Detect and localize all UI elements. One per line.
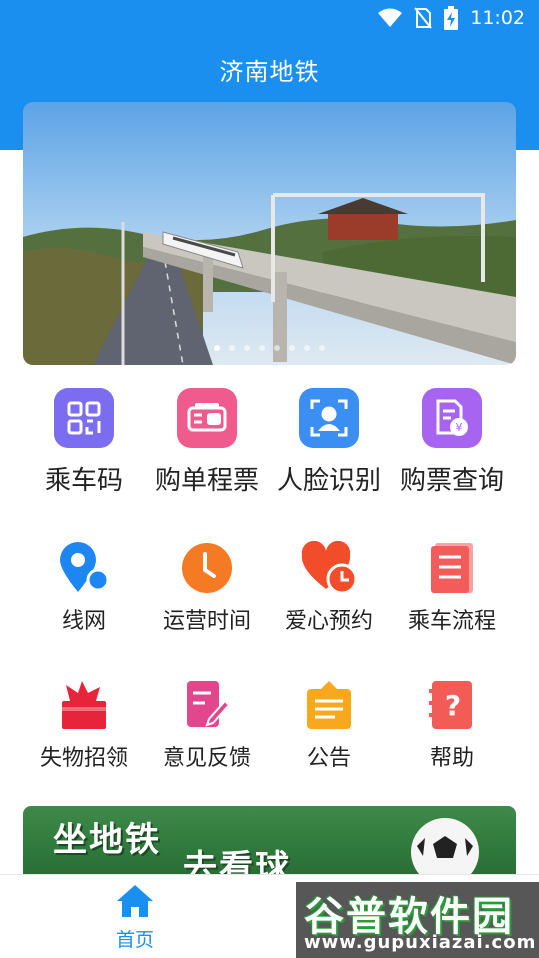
svg-text:?: ? <box>445 689 461 722</box>
service-label: 帮助 <box>429 746 474 771</box>
wifi-icon <box>378 8 403 27</box>
carousel-dot[interactable] <box>319 345 325 351</box>
service-operating-hours[interactable]: 运营时间 <box>140 539 274 635</box>
carousel-dot[interactable] <box>229 345 235 351</box>
ticket-query-icon: ¥ <box>422 388 482 448</box>
no-sim-icon <box>414 7 433 29</box>
feature-single-ticket[interactable]: 购单程票 <box>140 388 274 497</box>
carousel-dot[interactable] <box>274 345 280 351</box>
promo-banner[interactable]: 坐地铁 去看球 <box>23 806 516 874</box>
page-title: 济南地铁 <box>219 58 320 86</box>
promo-title: 坐地铁 <box>53 820 161 860</box>
carousel-dot[interactable] <box>304 345 310 351</box>
tab-home[interactable]: 首页 <box>100 883 170 952</box>
service-ride-process[interactable]: 乘车流程 <box>385 539 519 635</box>
document-icon <box>423 539 481 597</box>
feature-label: 购票查询 <box>399 466 504 496</box>
service-label: 公告 <box>306 746 351 771</box>
service-help[interactable]: ? 帮助 <box>385 676 519 772</box>
soccer-ball-icon <box>411 818 479 874</box>
service-care-reservation[interactable]: 爱心预约 <box>262 539 396 635</box>
feature-label: 人脸识别 <box>276 466 381 496</box>
battery-charging-icon <box>444 6 459 30</box>
lost-found-icon <box>55 676 113 734</box>
clock-icon <box>178 539 236 597</box>
carousel-dot[interactable] <box>244 345 250 351</box>
promo-subtitle: 去看球 <box>183 848 291 874</box>
watermark: 谷普软件园 www.gupuxiazai.com <box>296 882 539 958</box>
heart-clock-icon <box>300 539 358 597</box>
status-time: 11:02 <box>470 7 525 29</box>
map-pin-icon <box>55 539 113 597</box>
face-scan-icon <box>299 388 359 448</box>
service-label: 失物招领 <box>39 746 128 771</box>
service-lost-and-found[interactable]: 失物招领 <box>17 676 151 772</box>
carousel-dot[interactable] <box>289 345 295 351</box>
banner-image <box>23 102 516 365</box>
ticket-icon <box>177 388 237 448</box>
service-label: 线网 <box>61 609 106 634</box>
qr-code-icon <box>54 388 114 448</box>
carousel-indicator <box>23 345 516 351</box>
feature-label: 乘车码 <box>44 466 123 496</box>
service-label: 运营时间 <box>162 609 251 634</box>
service-label: 乘车流程 <box>407 609 496 634</box>
help-icon: ? <box>423 676 481 734</box>
svg-text:¥: ¥ <box>456 421 463 434</box>
feature-face-recognition[interactable]: 人脸识别 <box>262 388 396 497</box>
feature-label: 购单程票 <box>154 466 259 496</box>
feature-ride-code[interactable]: 乘车码 <box>17 388 151 497</box>
service-label: 意见反馈 <box>162 746 251 771</box>
service-label: 爱心预约 <box>284 609 373 634</box>
home-icon <box>117 885 153 917</box>
service-feedback[interactable]: 意见反馈 <box>140 676 274 772</box>
banner-carousel[interactable] <box>23 102 516 365</box>
status-bar: 11:02 <box>0 0 539 36</box>
feature-ticket-query[interactable]: ¥ 购票查询 <box>385 388 519 497</box>
announcement-icon <box>300 676 358 734</box>
tab-home-label: 首页 <box>115 929 154 951</box>
carousel-dot[interactable] <box>259 345 265 351</box>
carousel-dot[interactable] <box>214 345 220 351</box>
watermark-url: www.gupuxiazai.com <box>304 932 537 953</box>
feedback-icon <box>178 676 236 734</box>
service-announcement[interactable]: 公告 <box>262 676 396 772</box>
service-network-map[interactable]: 线网 <box>17 539 151 635</box>
